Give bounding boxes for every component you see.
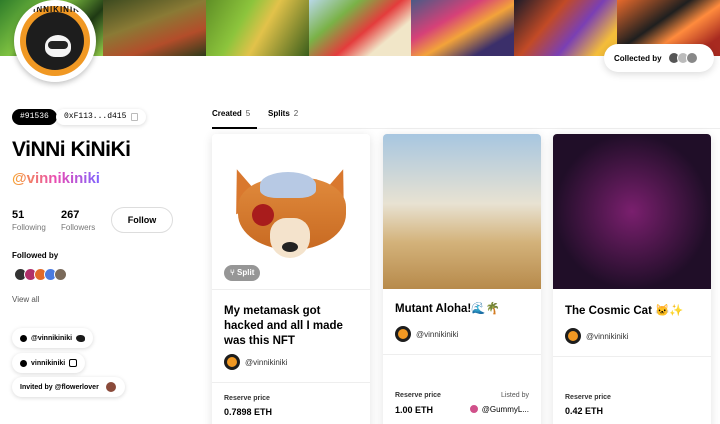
following-count: 51: [12, 209, 25, 221]
wallet-address[interactable]: 0xF113...d415: [56, 109, 147, 125]
reserve-price-value: 0.7898 ETH: [224, 407, 273, 417]
nft-card[interactable]: The Cosmic Cat 🐱✨ @vinnikiniki Reserve p…: [553, 134, 711, 424]
instagram-link[interactable]: vinnikiniki: [12, 353, 86, 373]
followed-by-avatars: [14, 268, 67, 281]
nft-artwork[interactable]: [553, 134, 711, 289]
banner-art-3: [205, 0, 309, 56]
collector-avatar[interactable]: [685, 52, 698, 64]
profile-handle: @vinnikiniki: [12, 170, 100, 187]
reserve-price-label: Reserve price: [395, 392, 441, 399]
nft-title[interactable]: The Cosmic Cat 🐱✨: [565, 304, 701, 319]
token-id-badge: #91536: [12, 109, 57, 125]
follow-button[interactable]: Follow: [111, 207, 173, 233]
tab-splits[interactable]: Splits 2: [268, 109, 298, 118]
split-badge: ⑂ Split: [224, 265, 261, 281]
followers-label: Followers: [61, 223, 96, 232]
card-divider: [212, 289, 370, 290]
follower-avatar[interactable]: [54, 268, 67, 281]
listed-by[interactable]: @GummyL...: [468, 404, 529, 414]
nft-title[interactable]: My metamask got hacked and all I made wa…: [224, 304, 360, 349]
reserve-price-label: Reserve price: [565, 394, 611, 401]
instagram-handle: vinnikiniki: [31, 359, 66, 367]
collected-by-label: Collected by: [614, 53, 662, 63]
nft-card[interactable]: Mutant Aloha!🌊🌴 @vinnikiniki Reserve pri…: [383, 134, 541, 424]
profile-avatar: VINNIKINIKI: [14, 0, 96, 82]
followers-count: 267: [61, 209, 80, 221]
tab-splits-label: Splits: [268, 109, 290, 118]
listed-by-label: Listed by: [500, 392, 529, 399]
nft-artwork[interactable]: [383, 134, 541, 289]
split-badge-label: Split: [237, 268, 255, 277]
wallet-address-text: 0xF113...d415: [64, 112, 127, 121]
verified-icon: [20, 334, 27, 342]
avatar-ring-text: VINNIKINIKI: [26, 5, 84, 14]
reserve-price-value: 1.00 ETH: [395, 405, 434, 415]
card-divider: [553, 356, 711, 357]
reserve-price-value: 0.42 ETH: [565, 406, 604, 416]
creator-handle: @vinnikiniki: [586, 331, 629, 341]
creator-handle: @vinnikiniki: [245, 357, 288, 367]
instagram-icon: [69, 359, 78, 367]
creator-avatar: [395, 326, 411, 342]
nft-creator[interactable]: @vinnikiniki: [395, 326, 458, 342]
copy-icon[interactable]: [131, 113, 139, 121]
twitter-handle: @vinnikiniki: [31, 334, 73, 342]
card-divider: [212, 382, 370, 383]
banner-art-4: [308, 0, 412, 56]
tab-splits-count: 2: [293, 109, 299, 118]
invited-by[interactable]: Invited by @flowerlover: [12, 377, 125, 397]
twitter-icon: [76, 334, 86, 342]
tabs-divider: [212, 128, 720, 129]
creator-avatar: [224, 354, 240, 370]
inviter-avatar: [104, 381, 117, 393]
following-label: Following: [12, 223, 46, 232]
twitter-link[interactable]: @vinnikiniki: [12, 328, 94, 348]
nft-artwork[interactable]: ⑂ Split: [212, 134, 370, 289]
banner-art-2: [102, 0, 206, 56]
view-all-link[interactable]: View all: [12, 295, 39, 304]
nft-creator[interactable]: @vinnikiniki: [565, 328, 628, 344]
profile-name: ViNNi KiNiKi: [12, 138, 131, 161]
listed-by-handle: @GummyL...: [481, 404, 529, 414]
creator-handle: @vinnikiniki: [416, 329, 459, 339]
lister-avatar: [468, 404, 479, 414]
nft-card[interactable]: ⑂ Split My metamask got hacked and all I…: [212, 134, 370, 424]
tab-created-label: Created: [212, 109, 242, 118]
active-tab-indicator: [212, 127, 257, 129]
tab-created[interactable]: Created 5: [212, 109, 250, 118]
invited-by-text: Invited by @flowerlover: [20, 383, 99, 391]
card-divider: [383, 354, 541, 355]
tab-created-count: 5: [245, 109, 251, 118]
followers-stat[interactable]: 267 Followers: [61, 209, 95, 232]
nft-title[interactable]: Mutant Aloha!🌊🌴: [395, 302, 531, 317]
banner-art-5: [411, 0, 515, 56]
banner-art-6: [514, 0, 618, 56]
nft-creator[interactable]: @vinnikiniki: [224, 354, 287, 370]
verified-icon: [20, 359, 27, 367]
collected-by-pill[interactable]: Collected by: [604, 44, 714, 72]
reserve-price-label: Reserve price: [224, 395, 270, 402]
followed-by-label: Followed by: [12, 251, 59, 260]
creator-avatar: [565, 328, 581, 344]
following-stat[interactable]: 51 Following: [12, 209, 46, 232]
